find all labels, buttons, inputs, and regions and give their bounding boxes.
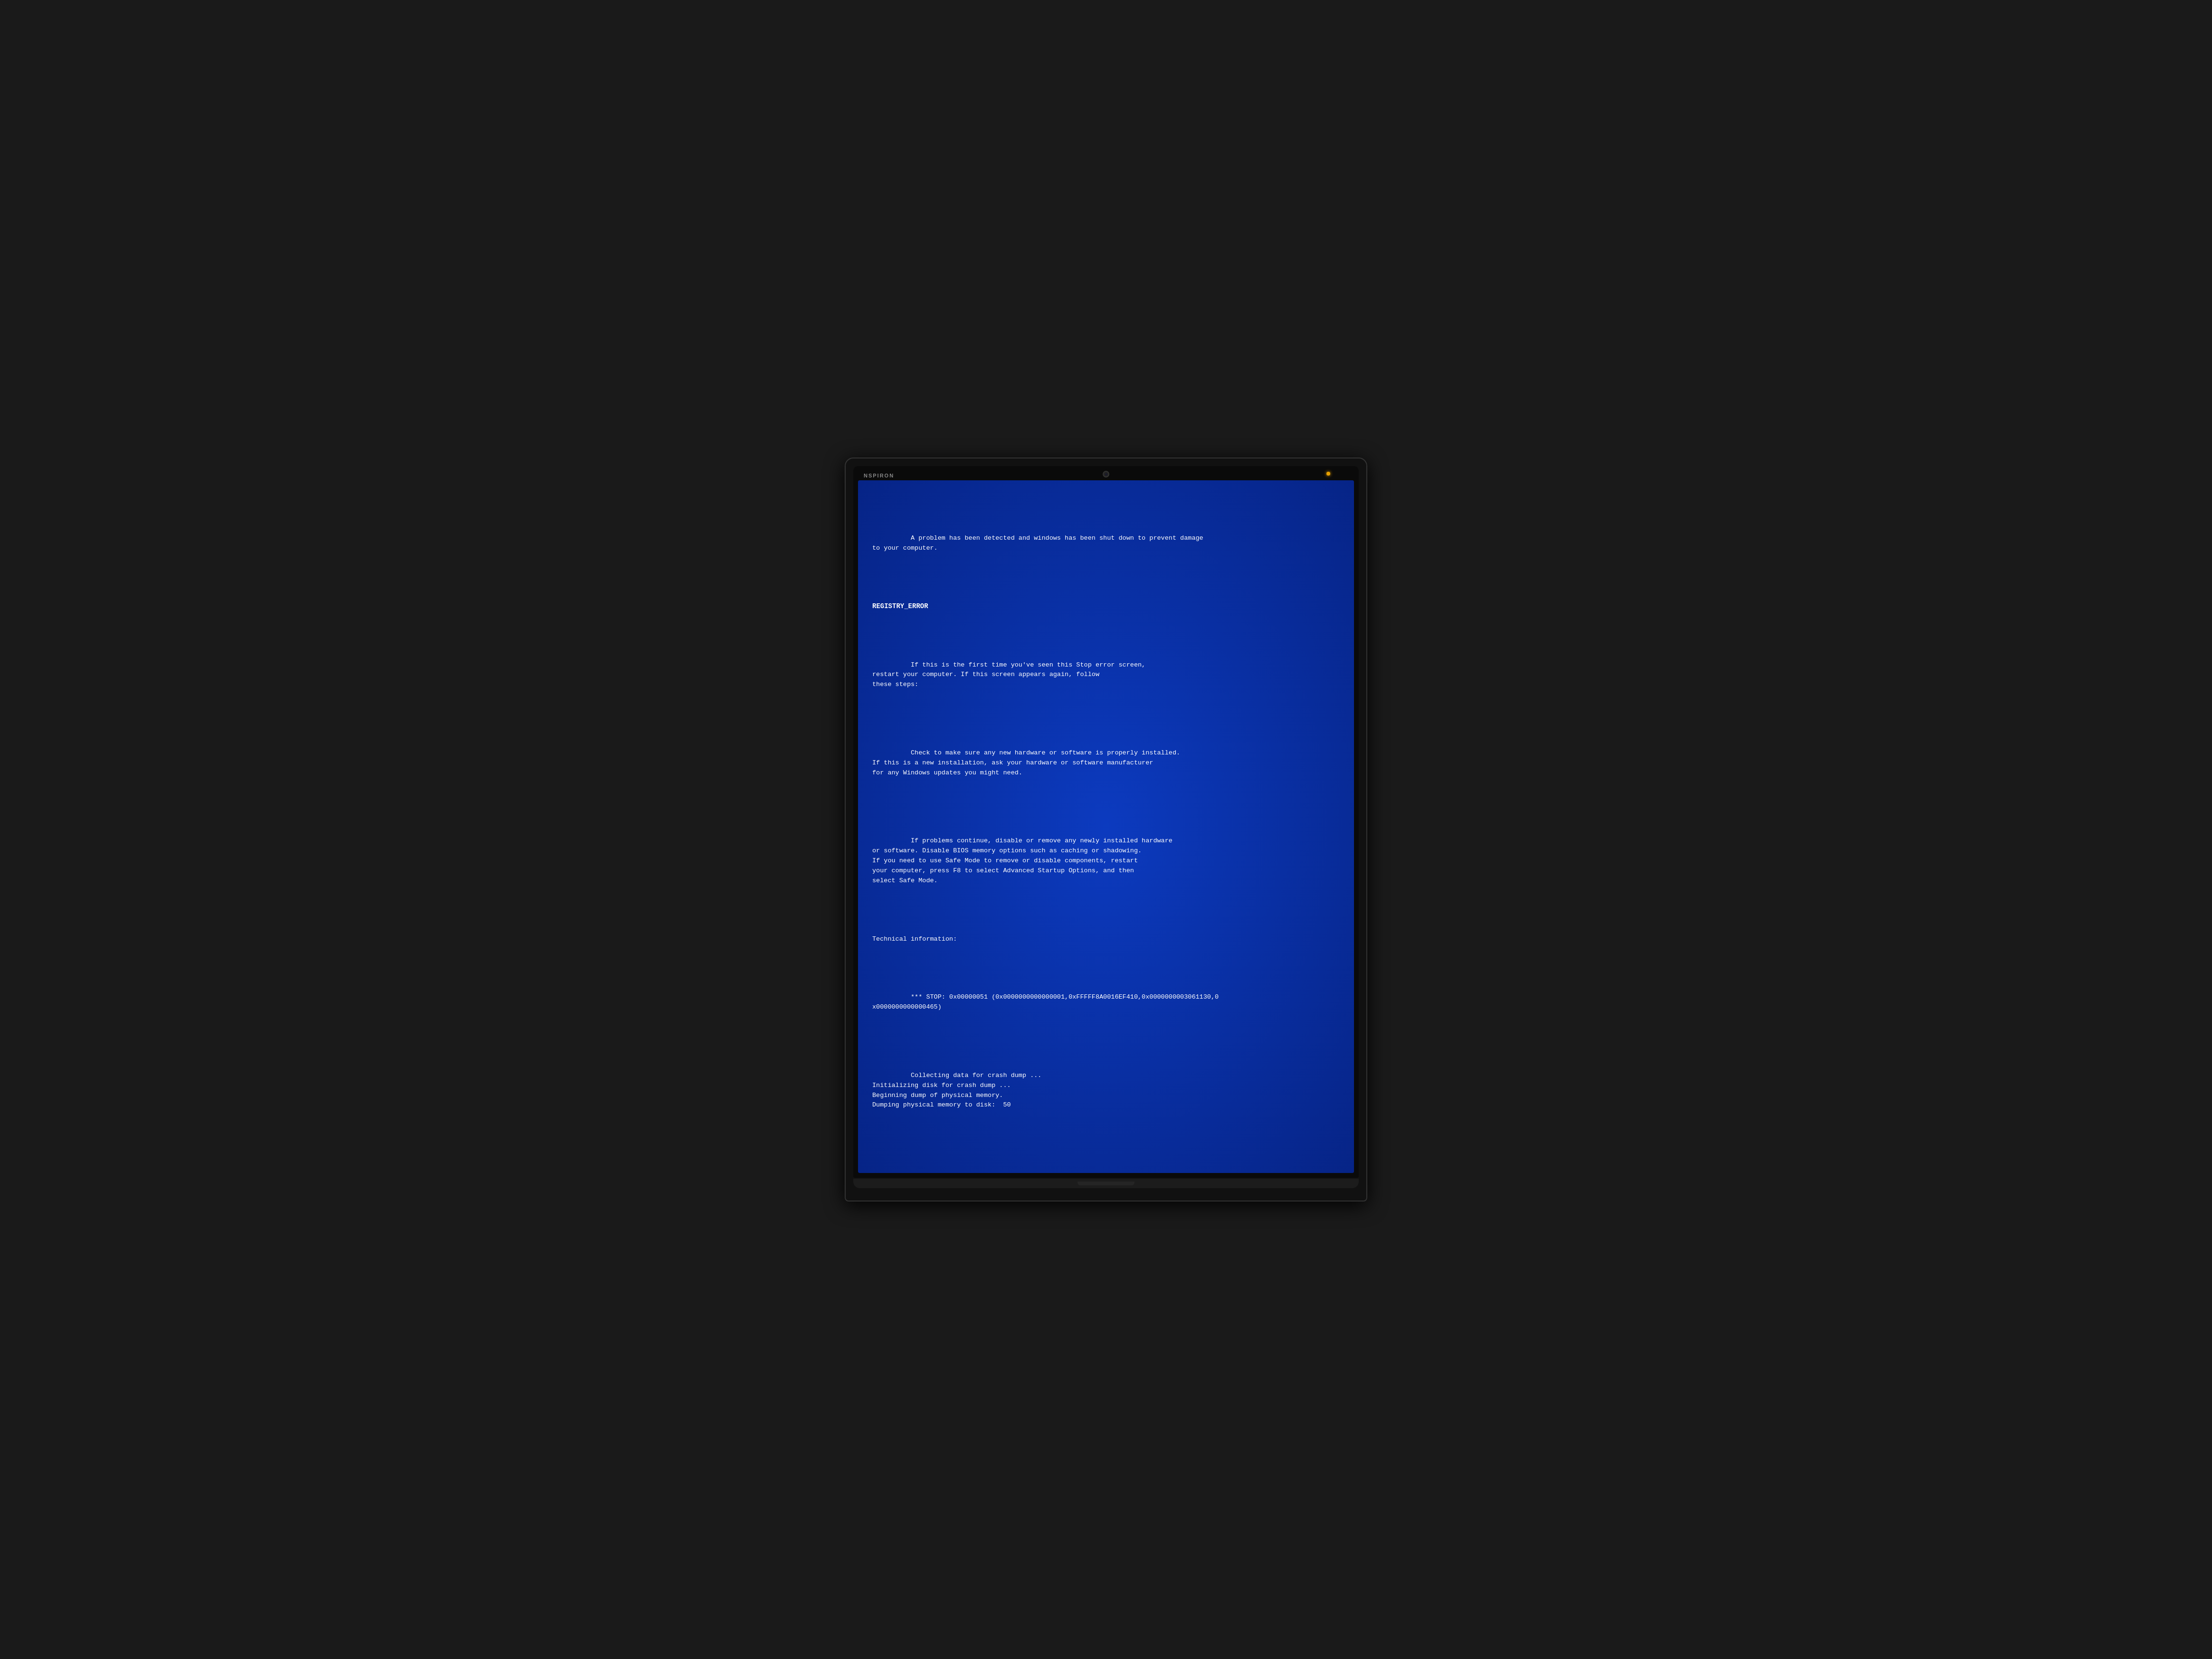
p3-l2: or software. Disable BIOS memory options… [872,847,1142,854]
p1-l3: these steps: [872,681,918,688]
bsod-stop-code: *** STOP: 0x00000051 (0x0000000000000001… [872,982,1340,1022]
dump-l1: Collecting data for crash dump ... [911,1072,1041,1079]
p3-l5: select Safe Mode. [872,877,938,884]
stop-l2: x0000000000000465) [872,1003,942,1011]
bsod-line1: A problem has been detected and windows … [911,534,1203,542]
p1-l1: If this is the first time you've seen th… [911,661,1145,668]
bsod-screen: A problem has been detected and windows … [858,480,1354,1173]
dump-l2: Initializing disk for crash dump ... [872,1082,1011,1089]
laptop-hinge [1077,1182,1135,1185]
bsod-error-code: REGISTRY_ERROR [872,601,1340,612]
bsod-intro: A problem has been detected and windows … [872,524,1340,563]
laptop: NSPIRON A problem has been detected and … [845,458,1367,1201]
webcam [1103,471,1109,477]
laptop-bezel: NSPIRON A problem has been detected and … [853,466,1359,1178]
bsod-tech-header: Technical information: [872,934,1340,944]
p3-l1: If problems continue, disable or remove … [911,837,1173,844]
indicator-light [1326,472,1330,476]
laptop-bottom [853,1179,1359,1188]
brand-label: NSPIRON [864,473,894,478]
p2-l3: for any Windows updates you might need. [872,769,1022,776]
stop-l1: *** STOP: 0x00000051 (0x0000000000000001… [911,993,1219,1001]
bsod-content: A problem has been detected and windows … [872,494,1340,1159]
p2-l1: Check to make sure any new hardware or s… [911,749,1180,756]
bsod-paragraph3: If problems continue, disable or remove … [872,826,1340,896]
bsod-dump: Collecting data for crash dump ... Initi… [872,1061,1340,1121]
p3-l3: If you need to use Safe Mode to remove o… [872,857,1138,864]
dump-l4: Dumping physical memory to disk: 50 [872,1101,1011,1108]
bsod-paragraph1: If this is the first time you've seen th… [872,650,1340,700]
p2-l2: If this is a new installation, ask your … [872,759,1153,766]
p1-l2: restart your computer. If this screen ap… [872,671,1099,678]
dump-l3: Beginning dump of physical memory. [872,1092,1003,1099]
bsod-line2: to your computer. [872,544,938,552]
bsod-paragraph2: Check to make sure any new hardware or s… [872,738,1340,788]
p3-l4: your computer, press F8 to select Advanc… [872,867,1134,874]
